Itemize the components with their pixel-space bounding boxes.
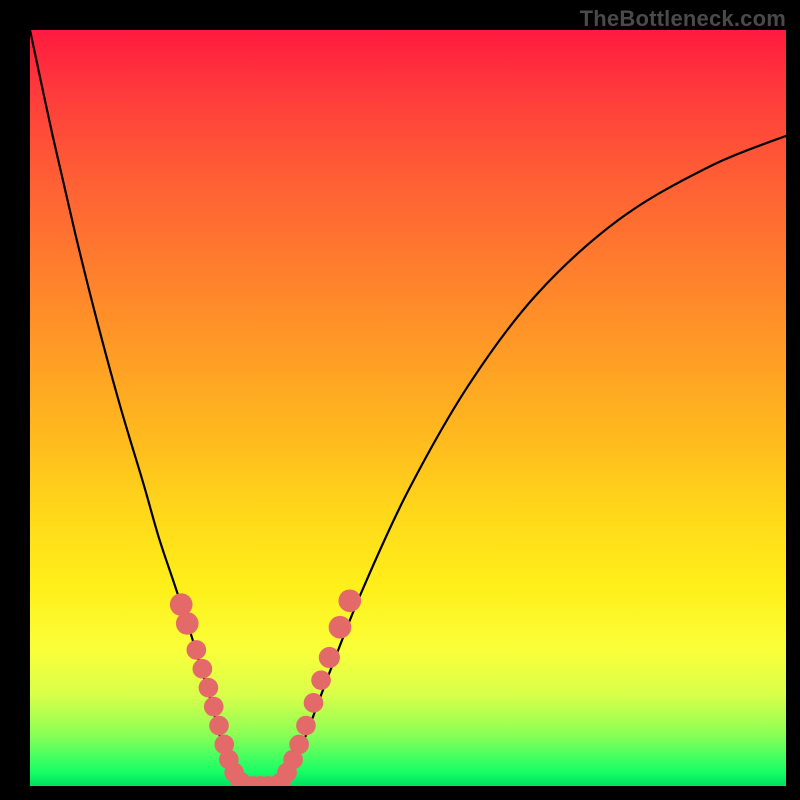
marker-group <box>170 589 361 786</box>
data-marker <box>296 716 316 736</box>
data-marker <box>209 716 229 736</box>
curve-right <box>286 136 786 786</box>
data-marker <box>289 735 309 755</box>
data-marker <box>204 697 224 717</box>
data-marker <box>186 640 206 660</box>
watermark-text: TheBottleneck.com <box>580 6 786 32</box>
data-marker <box>329 616 352 639</box>
data-marker <box>199 678 219 698</box>
chart-svg <box>30 30 786 786</box>
data-marker <box>304 693 324 713</box>
plot-area <box>30 30 786 786</box>
data-marker <box>311 670 331 690</box>
chart-frame: TheBottleneck.com <box>0 0 800 800</box>
data-marker <box>176 612 199 635</box>
data-marker <box>319 647 340 668</box>
data-marker <box>193 659 213 679</box>
data-marker <box>338 589 361 612</box>
